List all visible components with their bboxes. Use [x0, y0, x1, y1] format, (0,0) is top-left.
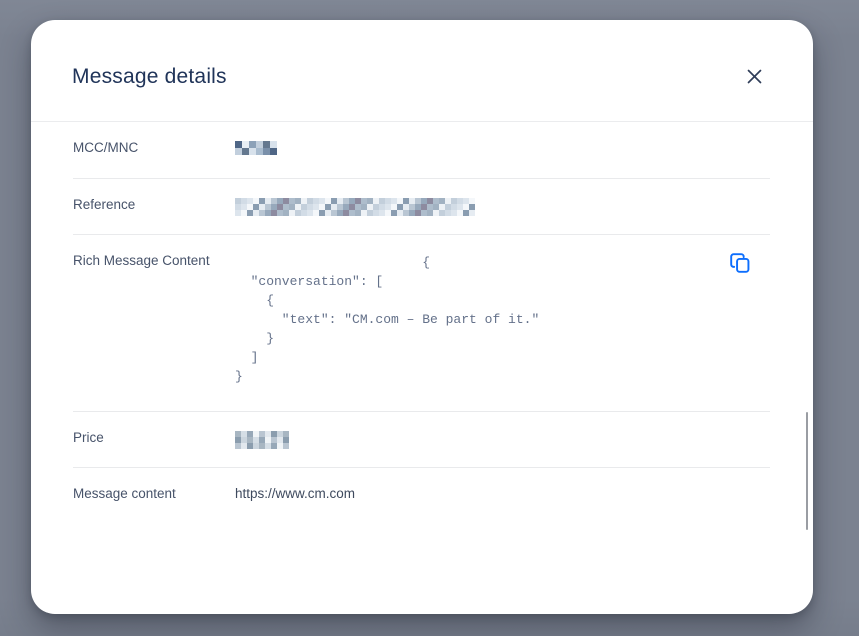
- message-details-modal: Message details MCC/MNC Reference: [31, 20, 813, 614]
- row-label: Reference: [73, 196, 235, 213]
- close-icon: [746, 68, 763, 85]
- row-label: Rich Message Content: [73, 252, 235, 269]
- copy-button[interactable]: [727, 250, 753, 276]
- modal-title: Message details: [72, 65, 227, 89]
- scrollbar[interactable]: [806, 412, 808, 530]
- modal-body: MCC/MNC Reference Rich Message Content {…: [31, 122, 813, 613]
- row-label: Price: [73, 429, 235, 446]
- modal-backdrop: Message details MCC/MNC Reference: [0, 0, 859, 636]
- redacted-value-price: [235, 431, 289, 449]
- row-label: Message content: [73, 485, 235, 502]
- detail-row-price: Price: [73, 412, 770, 468]
- close-button[interactable]: [740, 63, 768, 91]
- row-label: MCC/MNC: [73, 139, 235, 156]
- modal-header: Message details: [31, 20, 813, 122]
- detail-row-reference: Reference: [73, 179, 770, 235]
- detail-row-rich-message-content: Rich Message Content { "conversation": […: [73, 235, 770, 412]
- message-content-value: https://www.cm.com: [235, 485, 355, 502]
- redacted-value-reference: [235, 198, 475, 216]
- rich-message-json: { "conversation": [ { "text": "CM.com – …: [235, 253, 539, 386]
- detail-row-mcc-mnc: MCC/MNC: [73, 122, 770, 179]
- redacted-value-mcc: [235, 141, 277, 155]
- copy-icon: [729, 252, 751, 274]
- detail-row-message-content: Message content https://www.cm.com: [73, 468, 770, 524]
